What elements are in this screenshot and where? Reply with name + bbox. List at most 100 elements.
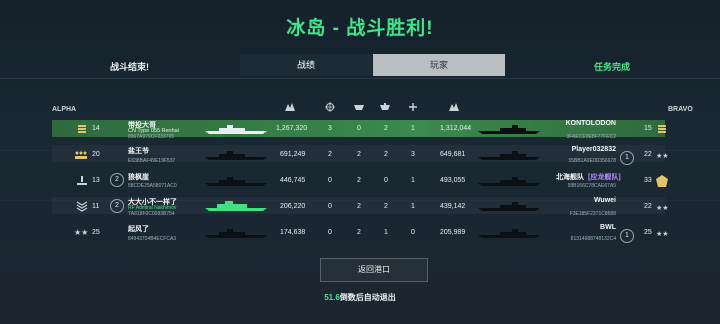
player-rank: 15 — [644, 125, 652, 132]
player-rank: 25 — [644, 229, 652, 236]
player-id: 84943704B4ECFCA3 — [128, 236, 177, 242]
countdown-value: 51.6 — [324, 293, 340, 302]
team-alpha-label: ALPHA — [52, 106, 77, 113]
rank-stars-icon: ★★ — [74, 228, 88, 237]
player-rank: 25 — [92, 229, 100, 236]
countdown-text: 倒数后自动退出 — [339, 293, 396, 302]
kills-icon — [354, 105, 364, 110]
player-rank: 14 — [92, 125, 100, 132]
squad-badge: 1 — [620, 229, 634, 243]
auto-exit-countdown: 51.6倒数后自动退出 — [0, 292, 720, 303]
damage-value: 493,055 — [440, 177, 466, 184]
ship-silhouette-icon — [205, 229, 267, 238]
ship-silhouette-icon — [205, 177, 267, 186]
stat-value: 0 — [411, 229, 415, 236]
ship-silhouette-icon — [478, 151, 540, 160]
rank-emblem-icon — [656, 175, 668, 187]
player-id: 3FAECE0E8F77FEC2 — [566, 134, 616, 140]
tab-stats[interactable]: 战绩 — [240, 54, 372, 76]
stat-value: 2 — [357, 177, 361, 184]
ship-silhouette-icon — [478, 177, 540, 186]
player-name: 狼枫崖 — [128, 174, 149, 181]
player-name: Wuwei — [593, 197, 616, 204]
stat-value: 0 — [357, 125, 361, 132]
stat-value: 2 — [384, 125, 388, 132]
damage-value: 446,745 — [280, 177, 306, 184]
clan-tag: [应龙舰队] — [588, 174, 621, 181]
stat-value: 2 — [357, 151, 361, 158]
player-name: KONTOLODON — [565, 120, 616, 127]
player-id: 58B166C78CAE67A5 — [567, 183, 616, 189]
svg-text:★★: ★★ — [656, 230, 668, 238]
ship-silhouette-icon — [478, 202, 540, 211]
stat-value: 1 — [384, 229, 388, 236]
player-rank: 13 — [92, 177, 100, 184]
stat-value: 0 — [328, 177, 332, 184]
ship-silhouette-icon — [478, 125, 540, 134]
survive-icon — [409, 103, 417, 111]
ship-silhouette-icon — [478, 229, 540, 238]
stat-value: 3 — [411, 151, 415, 158]
squad-badge: 1 — [620, 151, 634, 165]
stat-value: 2 — [328, 151, 332, 158]
team-bravo-label: BRAVO — [668, 106, 693, 113]
player-id: 7A818F0C0083B754 — [128, 211, 175, 217]
damage-value: 1,312,044 — [440, 125, 472, 132]
assist-icon — [380, 103, 390, 110]
stat-value: 1 — [411, 125, 415, 132]
rank-insignia-icon — [77, 176, 87, 185]
tab-players[interactable]: 玩家 — [373, 54, 505, 76]
damage-value: 206,220 — [280, 203, 306, 210]
player-id: 81314688748132C4 — [570, 236, 616, 242]
tab-divider — [0, 78, 720, 79]
stat-value: 0 — [328, 229, 332, 236]
damage-value: 691,249 — [280, 151, 306, 158]
player-id: 8967A979CF233705 — [128, 134, 175, 140]
player-name: BWL — [600, 224, 616, 231]
player-name: 起风了 — [128, 226, 149, 233]
player-name: 盐王爷 — [128, 148, 149, 155]
damage-value: 439,142 — [440, 203, 466, 210]
player-rank: 11 — [92, 203, 100, 210]
stat-value: 2 — [357, 229, 361, 236]
player-id: F3E185F2371C8588 — [569, 211, 616, 217]
player-id: 58CDE29A58071AC0 — [128, 183, 177, 189]
ship-silhouette-icon — [205, 125, 267, 134]
player-id: E638BAF49E19F537 — [128, 158, 176, 164]
return-to-port-button[interactable]: 返回港口 — [320, 258, 428, 282]
player-rank: 22 — [644, 151, 652, 158]
rank-stars-icon: ★★ — [656, 230, 668, 238]
battle-over-label: 战斗结束! — [110, 62, 149, 72]
rank-stars-icon: ★★ — [656, 204, 668, 212]
rank-insignia-icon — [78, 125, 86, 133]
stat-value: 2 — [384, 203, 388, 210]
rank-chevron-icon — [76, 201, 88, 212]
player-name: 北海舰队 — [556, 174, 584, 181]
stat-value: 0 — [328, 203, 332, 210]
player-name: Player032832 — [571, 146, 616, 153]
rank-insignia-icon — [75, 151, 87, 159]
ship-silhouette-icon — [205, 201, 267, 211]
stat-value: 3 — [328, 125, 332, 132]
damage-value: 649,681 — [440, 151, 466, 158]
damage-value: 1,267,320 — [276, 125, 308, 132]
stat-value: 2 — [384, 151, 388, 158]
player-id: 55BB1A9E0D356978 — [568, 158, 616, 164]
stat-value: 0 — [384, 177, 388, 184]
target-icon — [325, 102, 335, 112]
damage-value: 205,989 — [440, 229, 466, 236]
player-rank: 22 — [644, 203, 652, 210]
rank-insignia-icon — [658, 125, 666, 133]
mission-complete-label: 任务完成 — [594, 62, 631, 72]
player-rank: 33 — [644, 177, 652, 184]
squad-badge: 2 — [110, 199, 124, 213]
squad-badge: 2 — [110, 173, 124, 187]
svg-text:★★: ★★ — [656, 204, 668, 212]
svg-text:★★: ★★ — [656, 152, 668, 160]
damage-icon — [285, 103, 295, 111]
battle-result-title: 冰岛 - 战斗胜利! — [286, 18, 434, 39]
ship-silhouette-icon — [205, 151, 267, 160]
score-icon — [449, 103, 459, 111]
damage-value: 174,638 — [280, 229, 306, 236]
stat-value: 2 — [357, 203, 361, 210]
